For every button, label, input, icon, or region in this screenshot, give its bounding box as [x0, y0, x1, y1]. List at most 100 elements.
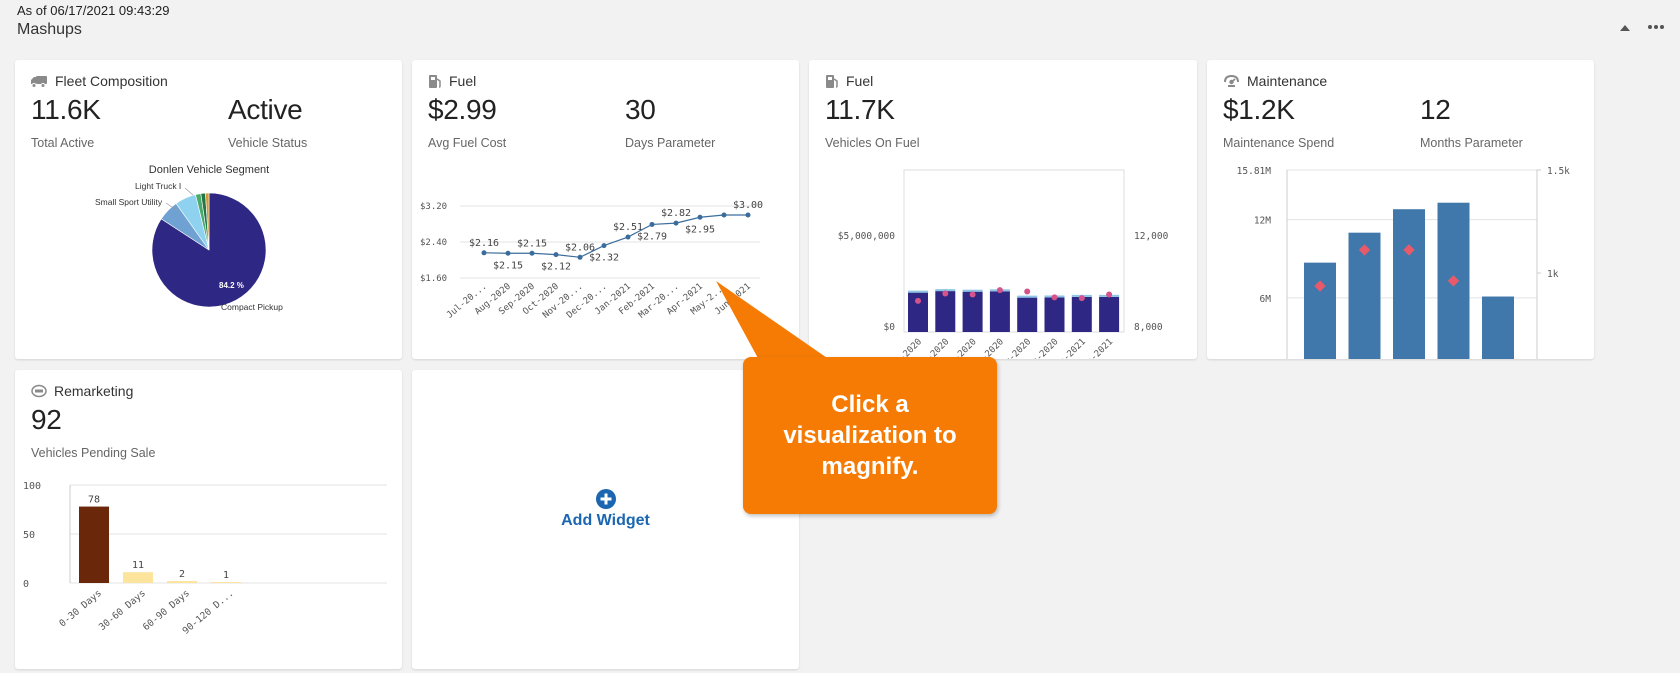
kpi-months-parameter-value: 12 — [1420, 94, 1451, 125]
bar — [1071, 296, 1092, 332]
bar — [1044, 297, 1065, 332]
data-label: $2.82 — [661, 208, 691, 219]
widget-title: Fleet Composition — [55, 73, 168, 89]
marker-point — [1106, 291, 1113, 298]
marker-point — [996, 287, 1003, 294]
widget-header: Fuel — [428, 73, 476, 89]
data-label: 1 — [223, 570, 229, 581]
data-label: $2.95 — [685, 224, 715, 235]
data-label: 78 — [88, 495, 100, 506]
bar-cap — [962, 289, 983, 292]
right-axis-tick: 1k — [1547, 269, 1559, 280]
left-axis-tick: 12M — [1254, 216, 1271, 227]
data-point — [505, 250, 511, 256]
bar — [167, 581, 197, 583]
kpi-vehicle-status-value: Active — [228, 94, 303, 125]
page-title: Mashups — [17, 21, 82, 38]
data-label: $2.32 — [589, 253, 619, 264]
data-label: $2.15 — [517, 238, 547, 249]
fleet-composition-widget[interactable]: Fleet Composition 11.6K Total Active Act… — [15, 60, 402, 359]
y-tick-label: $2.40 — [420, 238, 447, 248]
more-horizontal-icon — [1648, 25, 1664, 29]
pie-label: Small Sport Utility — [95, 197, 163, 207]
x-tick-label: 30-60 Days — [97, 588, 148, 633]
more-options-button[interactable] — [1645, 18, 1667, 36]
kpi-maintenance-spend-value: $1.2K — [1223, 94, 1295, 125]
data-label: $2.79 — [637, 231, 667, 242]
widget-header: Fleet Composition — [31, 73, 168, 89]
data-label: $2.16 — [469, 238, 499, 249]
pie-leader-line — [184, 187, 194, 196]
bar — [1099, 296, 1120, 332]
pie-label: Compact Pickup — [221, 302, 283, 312]
remarketing-widget[interactable]: Remarketing 92 Vehicles Pending Sale 100… — [15, 370, 402, 669]
marker-point — [942, 290, 949, 297]
data-point — [721, 212, 727, 218]
bar — [1482, 296, 1514, 359]
as-of-timestamp: As of 06/17/2021 09:43:29 — [17, 3, 170, 18]
widget-title: Fuel — [846, 73, 874, 89]
y-tick-label: 100 — [23, 481, 41, 492]
collapse-button[interactable] — [1616, 18, 1634, 36]
fuel-vehicles-combo-chart[interactable]: $5,000,000$012,0008,000Jul-2020Aug-2020S… — [809, 160, 1197, 359]
widget-header: Maintenance — [1223, 73, 1327, 89]
widget-title: Maintenance — [1247, 73, 1328, 89]
x-tick-label: Jul-2020 — [886, 337, 924, 359]
data-label: 11 — [132, 560, 144, 571]
kpi-days-parameter-value: 30 — [625, 94, 656, 125]
bar — [211, 582, 241, 583]
pie-label: Light Truck I — [135, 181, 181, 191]
data-label: $2.15 — [493, 260, 523, 271]
bar — [1393, 209, 1425, 359]
fuel-cost-widget[interactable]: Fuel $2.99 Avg Fuel Cost 30 Days Paramet… — [412, 60, 799, 359]
bar-cap — [908, 290, 928, 293]
data-point — [697, 214, 703, 220]
marker-point — [1078, 295, 1085, 302]
pie-percent-label: 84.2 % — [219, 281, 244, 290]
plus-circle-icon — [595, 489, 616, 509]
data-point — [529, 250, 535, 256]
y-tick-label: 0 — [23, 579, 29, 590]
kpi-days-parameter-label: Days Parameter — [625, 136, 716, 150]
fuel-pump-icon — [826, 74, 838, 88]
add-widget-button[interactable]: Add Widget — [412, 488, 799, 530]
left-axis-tick: 15.81M — [1237, 166, 1272, 177]
bar — [123, 572, 153, 583]
data-point — [673, 220, 679, 226]
dashboard-page: As of 06/17/2021 09:43:29 Mashups Fleet … — [0, 0, 1680, 673]
add-widget-card[interactable]: Add Widget — [412, 370, 799, 669]
left-axis-tick: $0 — [884, 322, 896, 333]
left-axis-tick: 6M — [1260, 294, 1272, 305]
maintenance-combo-chart[interactable]: 15.81M12M6M01.5k1k5002017201820192020202… — [1207, 160, 1594, 359]
kpi-vehicle-status-label: Vehicle Status — [228, 136, 308, 150]
kpi-avg-fuel-cost-value: $2.99 — [428, 94, 497, 125]
data-point — [745, 212, 751, 218]
vehicle-segment-pie-chart[interactable]: Donlen Vehicle Segment 84.2 % Compact Pick… — [15, 155, 402, 355]
maintenance-widget[interactable]: Maintenance $1.2K Maintenance Spend 12 M… — [1207, 60, 1594, 359]
bar — [935, 291, 956, 332]
kpi-maintenance-spend-label: Maintenance Spend — [1223, 136, 1335, 150]
remarketing-bar-chart[interactable]: 100500780-30 Days1130-60 Days260-90 Days… — [15, 470, 402, 669]
y-tick-label: 50 — [23, 530, 35, 541]
kpi-vehicles-on-fuel-value: 11.7K — [825, 94, 895, 125]
data-point — [481, 250, 487, 256]
magnify-hint-callout: Click a visualization to magnify. — [743, 357, 997, 514]
fuel-cost-line-chart[interactable]: $3.20$2.40$1.60$2.16$2.15$2.15$2.12$2.06… — [412, 200, 799, 359]
marker-point — [1051, 294, 1058, 301]
bar — [962, 291, 983, 332]
data-point — [649, 221, 655, 227]
marker-point — [915, 297, 921, 304]
marker-point — [1024, 288, 1031, 295]
fuel-pump-icon — [429, 74, 441, 88]
callout-text: Click a visualization to magnify. — [783, 391, 957, 480]
fuel-vehicles-widget[interactable]: Fuel 11.7K Vehicles On Fuel $5,000,000 $0… — [809, 60, 1197, 359]
caret-up-icon — [1620, 24, 1630, 31]
bar — [1017, 297, 1038, 332]
data-label: $3.00 — [733, 200, 763, 211]
data-label: 2 — [179, 569, 185, 580]
add-widget-label: Add Widget — [561, 512, 650, 529]
data-point — [553, 252, 559, 258]
right-axis-tick: 1.5k — [1547, 166, 1570, 177]
right-axis-tick: 8,000 — [1134, 322, 1163, 333]
truck-icon — [31, 75, 47, 88]
